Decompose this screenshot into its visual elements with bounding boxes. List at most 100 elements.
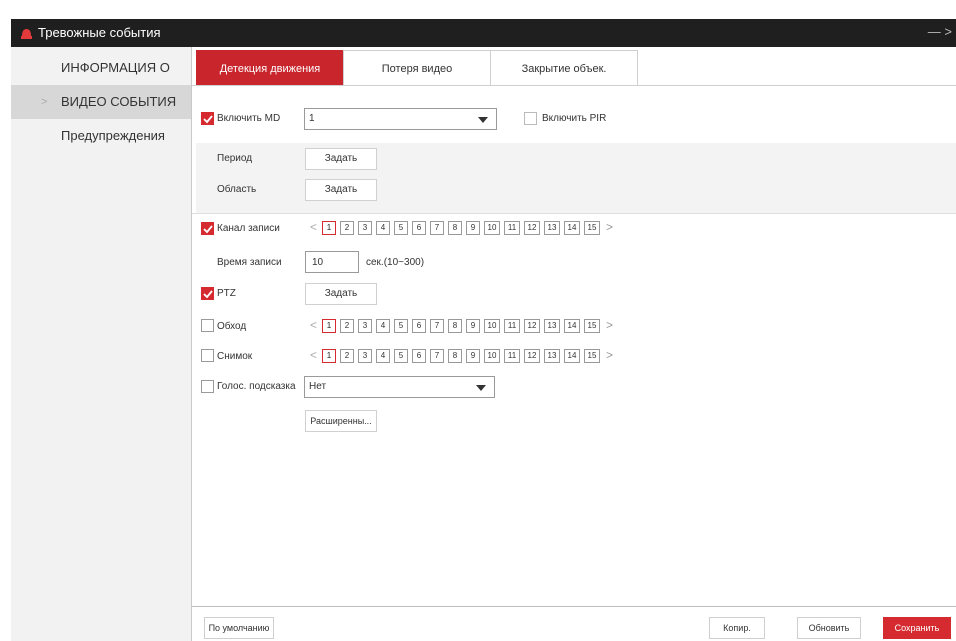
channel-button[interactable]: 15 xyxy=(584,349,600,363)
channel-button[interactable]: 15 xyxy=(584,221,600,235)
channel-button[interactable]: 2 xyxy=(340,221,354,235)
tour-label: Обход xyxy=(217,321,247,332)
chevron-down-icon xyxy=(476,385,486,391)
channel-button[interactable]: 11 xyxy=(504,349,520,363)
channel-button[interactable]: 8 xyxy=(448,221,462,235)
check-icon xyxy=(203,115,213,124)
chevron-left-icon[interactable]: < xyxy=(310,318,317,332)
period-set-button[interactable]: Задать xyxy=(305,148,377,170)
area-set-button[interactable]: Задать xyxy=(305,179,377,201)
enable-md-checkbox[interactable] xyxy=(201,112,214,125)
record-time-input[interactable]: 10 xyxy=(305,251,359,273)
title-bar: Тревожные события — > xyxy=(11,19,956,47)
channel-button[interactable]: 12 xyxy=(524,349,540,363)
channel-button[interactable]: 7 xyxy=(430,319,444,333)
channel-button[interactable]: 12 xyxy=(524,319,540,333)
period-label: Период xyxy=(217,153,253,164)
enable-md-label: Включить MD xyxy=(217,113,281,124)
channel-button[interactable]: 6 xyxy=(412,319,426,333)
channel-button[interactable]: 15 xyxy=(584,319,600,333)
channel-button[interactable]: 11 xyxy=(504,221,520,235)
voice-prompt-checkbox[interactable] xyxy=(201,380,214,393)
channel-button[interactable]: 14 xyxy=(564,349,580,363)
channel-button[interactable]: 1 xyxy=(322,221,336,235)
snapshot-label: Снимок xyxy=(217,351,253,362)
tour-checkbox[interactable] xyxy=(201,319,214,332)
sidebar: ИНФОРМАЦИЯ О > ВИДЕО СОБЫТИЯ Предупрежде… xyxy=(11,47,192,641)
check-icon xyxy=(203,290,213,299)
channel-button[interactable]: 8 xyxy=(448,319,462,333)
ptz-checkbox[interactable] xyxy=(201,287,214,300)
channel-button[interactable]: 9 xyxy=(466,319,480,333)
record-channel-checkbox[interactable] xyxy=(201,222,214,235)
sidebar-item-warnings[interactable]: Предупреждения xyxy=(11,119,191,153)
channel-button[interactable]: 8 xyxy=(448,349,462,363)
channel-button[interactable]: 9 xyxy=(466,221,480,235)
channel-button[interactable]: 5 xyxy=(394,319,408,333)
main-panel: Детекция движения Потеря видео Закрытие … xyxy=(192,47,956,641)
sidebar-item-label: ВИДЕО СОБЫТИЯ xyxy=(61,94,177,109)
chevron-right-icon[interactable]: > xyxy=(606,348,613,362)
channel-button[interactable]: 4 xyxy=(376,221,390,235)
channel-button[interactable]: 2 xyxy=(340,319,354,333)
channel-button[interactable]: 1 xyxy=(322,319,336,333)
tab-divider xyxy=(192,85,956,86)
channel-button[interactable]: 9 xyxy=(466,349,480,363)
refresh-button[interactable]: Обновить xyxy=(797,617,861,639)
advanced-button[interactable]: Расширенны... xyxy=(305,410,377,432)
ptz-set-button[interactable]: Задать xyxy=(305,283,377,305)
channel-button[interactable]: 3 xyxy=(358,319,372,333)
tab-tampering[interactable]: Закрытие объек. xyxy=(490,50,638,86)
record-time-label: Время записи xyxy=(217,257,282,268)
alarm-icon xyxy=(21,29,32,39)
tab-motion-detection[interactable]: Детекция движения xyxy=(196,50,344,86)
channel-button[interactable]: 1 xyxy=(322,349,336,363)
sidebar-item-label: ИНФОРМАЦИЯ О xyxy=(61,60,170,75)
channel-button[interactable]: 7 xyxy=(430,349,444,363)
window-controls[interactable]: — > xyxy=(928,24,952,39)
channel-button[interactable]: 4 xyxy=(376,319,390,333)
copy-button[interactable]: Копир. xyxy=(709,617,765,639)
md-channel-select[interactable]: 1 xyxy=(304,108,497,130)
channel-button[interactable]: 7 xyxy=(430,221,444,235)
record-channel-label: Канал записи xyxy=(217,223,280,234)
voice-prompt-select[interactable]: Нет xyxy=(304,376,495,398)
chevron-right-icon[interactable]: > xyxy=(606,318,613,332)
area-label: Область xyxy=(217,184,257,195)
channel-button[interactable]: 4 xyxy=(376,349,390,363)
snapshot-checkbox[interactable] xyxy=(201,349,214,362)
channel-button[interactable]: 10 xyxy=(484,319,500,333)
channel-button[interactable]: 6 xyxy=(412,349,426,363)
window-title: Тревожные события xyxy=(38,25,161,40)
tab-video-loss[interactable]: Потеря видео xyxy=(343,50,491,86)
channel-button[interactable]: 13 xyxy=(544,349,560,363)
check-icon xyxy=(203,225,213,234)
chevron-right-icon[interactable]: > xyxy=(606,220,613,234)
channel-button[interactable]: 5 xyxy=(394,349,408,363)
chevron-down-icon xyxy=(478,117,488,123)
default-button[interactable]: По умолчанию xyxy=(204,617,274,639)
chevron-left-icon[interactable]: < xyxy=(310,220,317,234)
channel-button[interactable]: 13 xyxy=(544,221,560,235)
channel-button[interactable]: 10 xyxy=(484,221,500,235)
channel-button[interactable]: 14 xyxy=(564,319,580,333)
channel-button[interactable]: 14 xyxy=(564,221,580,235)
channel-button[interactable]: 10 xyxy=(484,349,500,363)
channel-button[interactable]: 3 xyxy=(358,349,372,363)
channel-button[interactable]: 6 xyxy=(412,221,426,235)
enable-pir-checkbox[interactable] xyxy=(524,112,537,125)
enable-pir-label: Включить PIR xyxy=(542,113,607,124)
chevron-left-icon[interactable]: < xyxy=(310,348,317,362)
sidebar-item-video-events[interactable]: > ВИДЕО СОБЫТИЯ xyxy=(11,85,191,119)
sidebar-item-info[interactable]: ИНФОРМАЦИЯ О xyxy=(11,51,191,85)
save-button[interactable]: Сохранить xyxy=(883,617,951,639)
channel-button[interactable]: 5 xyxy=(394,221,408,235)
ptz-label: PTZ xyxy=(217,288,236,299)
channel-button[interactable]: 12 xyxy=(524,221,540,235)
channel-button[interactable]: 2 xyxy=(340,349,354,363)
divider xyxy=(192,213,956,214)
channel-button[interactable]: 11 xyxy=(504,319,520,333)
channel-button[interactable]: 3 xyxy=(358,221,372,235)
record-time-unit: сек.(10~300) xyxy=(366,257,425,268)
channel-button[interactable]: 13 xyxy=(544,319,560,333)
